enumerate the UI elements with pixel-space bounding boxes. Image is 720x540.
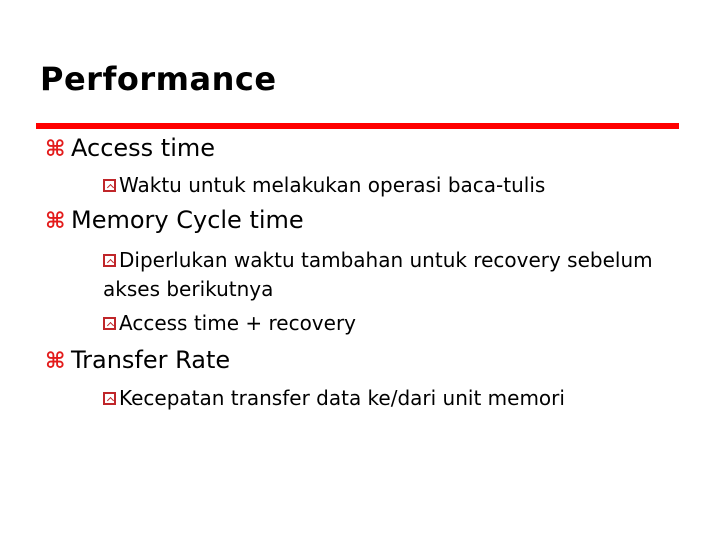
command-icon: ⌘: [45, 137, 66, 162]
sub-bullet-text: Diperlukan waktu tambahan untuk recovery…: [119, 248, 653, 272]
sub-bullet: Diperlukan waktu tambahan untuk recovery…: [101, 246, 683, 274]
title-divider: [36, 123, 679, 129]
boxed-chevron-icon: [103, 254, 116, 267]
sub-bullet-continuation: akses berikutnya: [101, 275, 683, 303]
bullet-text: Memory Cycle time: [71, 206, 304, 234]
boxed-chevron-icon: [103, 392, 116, 405]
sub-bullet: Access time + recovery: [101, 309, 683, 337]
bullet-text: Access time: [71, 134, 216, 162]
bullet-text: Transfer Rate: [71, 346, 231, 374]
bullet-memory-cycle-time: ⌘ Memory Cycle time: [45, 205, 304, 237]
sub-bullet: Kecepatan transfer data ke/dari unit mem…: [101, 384, 683, 412]
command-icon: ⌘: [45, 209, 66, 234]
slide-title: Performance: [40, 60, 277, 98]
command-icon: ⌘: [45, 349, 66, 374]
bullet-access-time: ⌘ Access time: [45, 133, 215, 165]
sub-bullet-text: Waktu untuk melakukan operasi baca-tulis: [119, 173, 546, 197]
sub-bullet-text: Kecepatan transfer data ke/dari unit mem…: [119, 386, 565, 410]
sub-bullet-text: Access time + recovery: [119, 311, 357, 335]
sub-bullet: Waktu untuk melakukan operasi baca-tulis: [101, 171, 683, 199]
sub-bullet-text: akses berikutnya: [103, 277, 274, 301]
boxed-chevron-icon: [103, 317, 116, 330]
boxed-chevron-icon: [103, 179, 116, 192]
bullet-transfer-rate: ⌘ Transfer Rate: [45, 345, 230, 377]
